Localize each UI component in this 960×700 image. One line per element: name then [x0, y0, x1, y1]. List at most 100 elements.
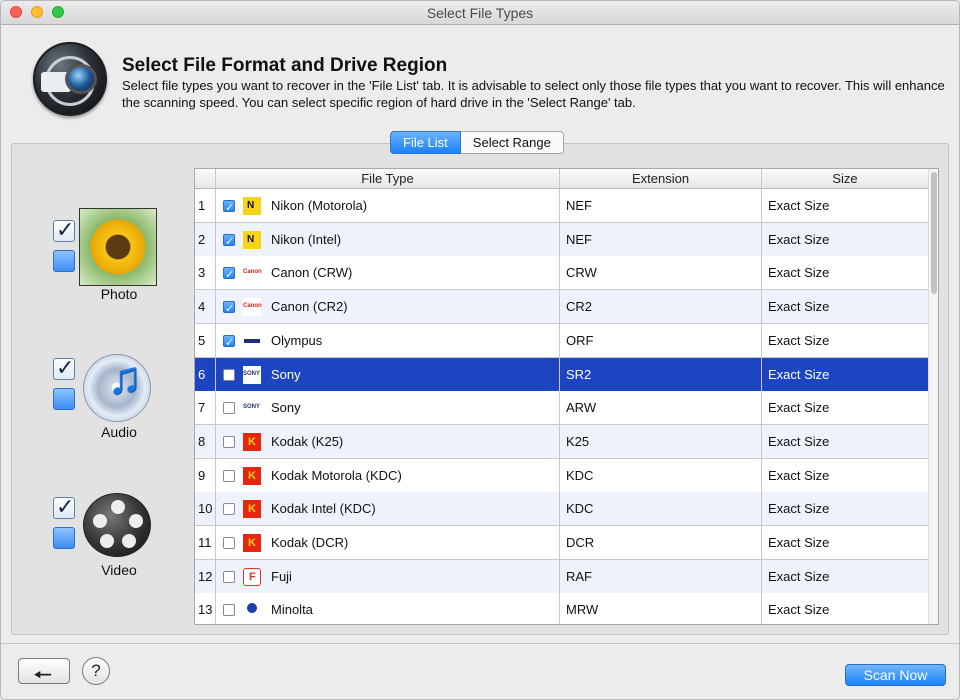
extension-cell: K25 [559, 424, 761, 459]
page-title: Select File Format and Drive Region [122, 55, 448, 76]
row-number: 4 [198, 299, 206, 315]
column-extension[interactable]: Extension [559, 169, 761, 189]
size-cell: Exact Size [761, 222, 928, 257]
extension-cell: NEF [559, 189, 761, 223]
table-row[interactable]: 9 Kodak Motorola (KDC) KDCExact Size [195, 458, 928, 493]
back-button[interactable]: 🠔 [18, 658, 70, 687]
app-logo-icon [33, 42, 107, 116]
size-cell: Exact Size [761, 391, 928, 426]
video-partial-checkbox[interactable] [53, 527, 75, 549]
audio-partial-checkbox[interactable] [53, 388, 75, 410]
tab-select-range[interactable]: Select Range [460, 131, 564, 154]
file-type-checkbox[interactable] [223, 191, 235, 225]
file-type-cell: Kodak Intel (KDC) [215, 492, 559, 527]
sony-logo-icon [243, 357, 261, 391]
extension-cell: SR2 [559, 357, 761, 392]
fuji-logo-icon [243, 560, 261, 594]
file-type-label: Canon (CR2) [271, 299, 348, 315]
file-type-label: Minolta [271, 602, 313, 618]
extension-cell: KDC [559, 492, 761, 527]
file-type-checkbox[interactable] [223, 258, 235, 292]
file-type-label: Sony [271, 366, 301, 382]
extension-cell: ARW [559, 391, 761, 426]
table-row[interactable]: 3 Canon (CRW) CRWExact Size [195, 255, 928, 292]
header: Select File Format and Drive Region Sele… [1, 26, 959, 131]
file-type-cell: Fuji [215, 559, 559, 594]
extension-cell: DCR [559, 526, 761, 560]
row-number: 11 [198, 535, 212, 550]
column-file-type[interactable]: File Type [215, 169, 559, 189]
film-reel-icon[interactable] [83, 493, 151, 557]
file-type-label: Kodak Intel (KDC) [271, 501, 376, 517]
size-cell: Exact Size [761, 593, 928, 624]
table-row[interactable]: 13 Minolta MRW Exact Size [195, 593, 928, 624]
file-type-checkbox[interactable] [223, 326, 235, 360]
size-cell: Exact Size [761, 559, 928, 594]
size-cell: Exact Size [761, 526, 928, 560]
row-number: 10 [198, 501, 213, 517]
file-type-checkbox[interactable] [223, 435, 235, 448]
title-bar: Select File Types [1, 1, 959, 25]
table-row[interactable]: 8 Kodak (K25) K25Exact Size [195, 424, 928, 459]
audio-select-all-checkbox[interactable] [53, 355, 75, 381]
row-number: 2 [198, 231, 206, 247]
canon-logo-icon [243, 255, 262, 289]
video-select-all-checkbox[interactable] [53, 494, 75, 520]
file-type-cell: Nikon (Intel) [215, 222, 559, 259]
photo-select-all-checkbox[interactable] [53, 217, 75, 243]
table-row[interactable]: 1 Nikon (Motorola) NEFExact Size [195, 189, 928, 225]
column-size[interactable]: Size [761, 169, 928, 189]
file-type-cell: Sony [215, 390, 559, 426]
table-scrollbar[interactable] [928, 169, 938, 624]
table-row[interactable]: 2 Nikon (Intel) NEFExact Size [195, 222, 928, 259]
table-row[interactable]: 6 Sony SR2Exact Size [195, 357, 928, 392]
file-type-label: Kodak Motorola (KDC) [271, 467, 402, 483]
file-type-checkbox[interactable] [223, 402, 235, 415]
file-type-cell: Kodak (DCR) [215, 526, 559, 560]
table-row[interactable]: 7 Sony ARWExact Size [195, 390, 928, 426]
file-type-checkbox[interactable] [223, 570, 235, 583]
window-title: Select File Types [426, 5, 534, 21]
sunflower-icon[interactable] [79, 208, 157, 286]
photo-partial-checkbox[interactable] [53, 250, 75, 272]
row-number: 3 [198, 265, 206, 281]
file-type-checkbox[interactable] [223, 469, 235, 482]
file-type-checkbox[interactable] [223, 225, 235, 259]
file-type-label: Olympus [271, 332, 323, 348]
minolta-logo-icon [243, 601, 261, 620]
extension-cell: CR2 [559, 290, 761, 325]
size-cell: Exact Size [761, 492, 928, 527]
scrollbar-thumb[interactable] [931, 172, 937, 294]
row-number: 6 [198, 366, 206, 382]
file-type-checkbox[interactable] [223, 604, 235, 617]
table-row[interactable]: 10 Kodak Intel (KDC) KDCExact Size [195, 492, 928, 527]
file-type-cell: Minolta [215, 593, 559, 624]
file-type-checkbox[interactable] [223, 503, 235, 516]
table-row[interactable]: 4 Canon (CR2) CR2Exact Size [195, 289, 928, 326]
tab-file-list[interactable]: File List [390, 131, 461, 154]
row-number: 7 [198, 400, 206, 416]
table-row[interactable]: 12 Fuji RAFExact Size [195, 559, 928, 594]
category-video-label: Video [101, 562, 137, 578]
row-number: 9 [198, 467, 206, 483]
nikon-logo-icon [243, 189, 261, 223]
file-type-label: Nikon (Intel) [271, 231, 342, 247]
file-type-cell: Kodak (K25) [215, 424, 559, 459]
row-number: 8 [198, 433, 206, 449]
help-button[interactable]: ? [82, 657, 110, 685]
size-cell: Exact Size [761, 424, 928, 459]
table-row[interactable]: 5 Olympus ORFExact Size [195, 323, 928, 360]
file-type-label: Kodak (K25) [271, 433, 344, 449]
table-row[interactable]: 11 Kodak (DCR) DCRExact Size [195, 526, 928, 560]
file-type-checkbox[interactable] [223, 368, 235, 381]
size-cell: Exact Size [761, 189, 928, 223]
file-type-cell: Canon (CRW) [215, 255, 559, 292]
canon-logo-icon [243, 289, 262, 323]
size-cell: Exact Size [761, 256, 928, 291]
kodak-logo-icon [243, 526, 261, 560]
file-type-checkbox[interactable] [223, 292, 235, 326]
scan-now-button[interactable]: Scan Now [845, 664, 946, 686]
row-number: 13 [198, 602, 213, 618]
table-header: File Type Extension Size [195, 169, 928, 189]
file-type-checkbox[interactable] [223, 537, 235, 549]
